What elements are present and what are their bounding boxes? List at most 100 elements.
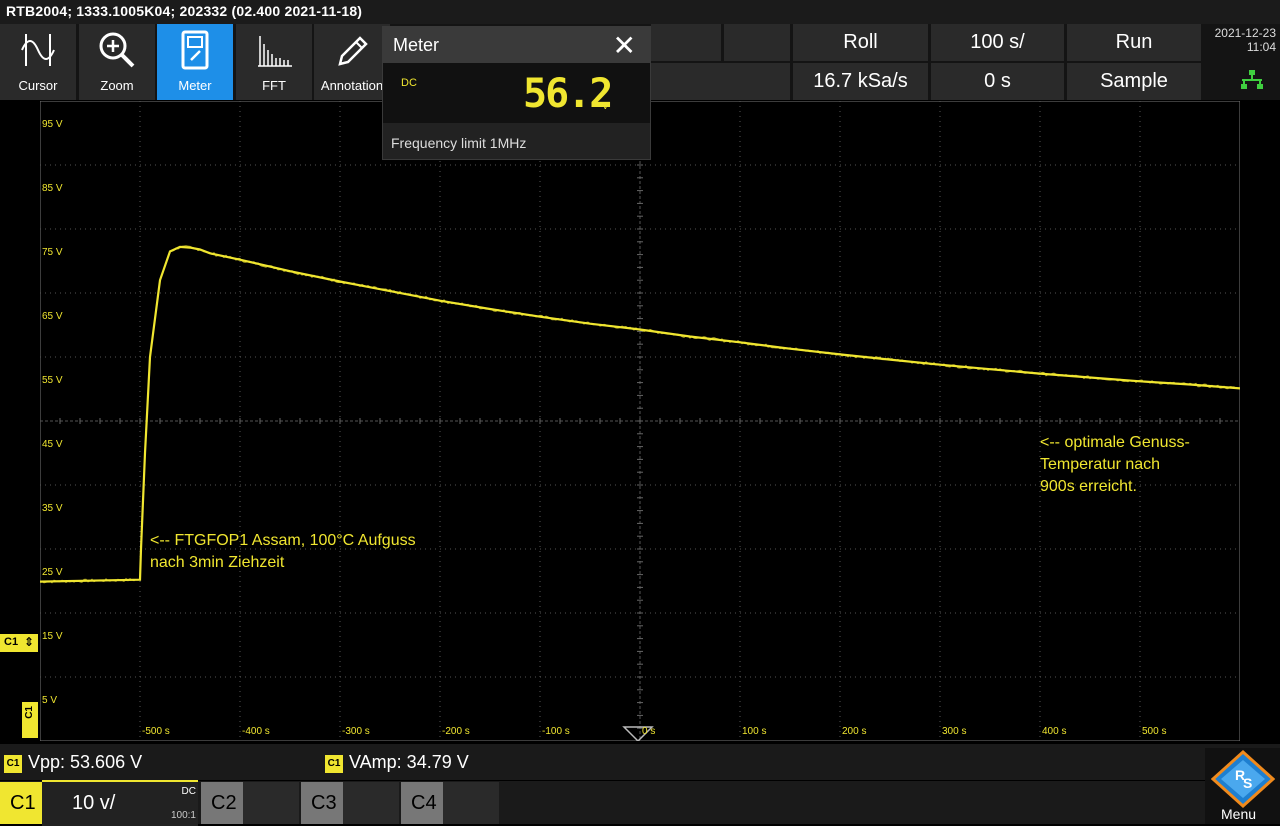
tool-label: FFT xyxy=(262,78,286,93)
datetime: 2021-12-23 11:04 xyxy=(1204,26,1276,54)
device-info: RTB2004; 1333.1005K04; 202332 (02.400 20… xyxy=(6,3,363,19)
x-axis-label: -100 s xyxy=(542,726,570,737)
channel-2-button[interactable]: C2 xyxy=(201,782,243,824)
time: 11:04 xyxy=(1246,40,1276,54)
horizontal-position: 0 s xyxy=(984,70,1011,92)
measurement-vamp[interactable]: VAmp: 34.79 V xyxy=(349,752,469,773)
annotation-line: 900s erreicht. xyxy=(1040,478,1137,495)
channel-3-button[interactable]: C3 xyxy=(301,782,343,824)
meter-value: 56.2 xyxy=(523,71,613,117)
annotation-infusion[interactable]: <-- FTGFOP1 Assam, 100°C Aufguss nach 3m… xyxy=(150,530,416,574)
fft-icon xyxy=(258,36,292,67)
channel-2-settings[interactable] xyxy=(243,782,299,824)
annotation-line: nach 3min Ziehzeit xyxy=(150,554,285,571)
pencil-icon xyxy=(338,36,368,66)
meter-frequency-limit: Frequency limit 1MHz xyxy=(391,135,527,151)
x-axis-label: 500 s xyxy=(1142,726,1167,737)
channel-label: C1 xyxy=(10,792,36,814)
close-icon[interactable]: ✕ xyxy=(613,29,636,62)
x-axis-label: -200 s xyxy=(442,726,470,737)
run-stop-cell[interactable]: Run xyxy=(1067,24,1201,61)
channel-1-coupling: DC xyxy=(181,786,196,797)
waveform-display[interactable] xyxy=(40,101,1240,741)
side-marker-label: C1 xyxy=(24,706,35,719)
tool-label: Zoom xyxy=(100,78,134,93)
zoom-button[interactable]: Zoom xyxy=(79,24,155,100)
y-axis-label: 95 V xyxy=(42,119,63,130)
tool-label: Cursor xyxy=(18,78,58,93)
meter-coupling: DC xyxy=(401,77,417,89)
channel-4-settings[interactable] xyxy=(443,782,499,824)
empty-cell[interactable] xyxy=(724,24,790,61)
annotation-line: Temperatur nach xyxy=(1040,456,1161,473)
empty-cell[interactable] xyxy=(651,63,790,100)
y-axis-label: 75 V xyxy=(42,247,63,258)
y-axis-label: 65 V xyxy=(42,311,63,322)
date: 2021-12-23 xyxy=(1214,26,1276,40)
channel-1-scale: 10 v/ xyxy=(72,792,116,814)
channel-1-trigger-marker[interactable]: C1 xyxy=(22,702,38,738)
channel-label: C2 xyxy=(211,792,237,814)
x-axis-label: 100 s xyxy=(742,726,767,737)
x-axis-label: -500 s xyxy=(142,726,170,737)
channel-1-offset-marker[interactable]: C1 ⇕ xyxy=(0,634,38,652)
meter-button[interactable]: Meter xyxy=(157,24,233,100)
menu-label: Menu xyxy=(1221,806,1257,822)
rs-logo-icon: R S xyxy=(1211,750,1275,808)
roll-mode-cell[interactable]: Roll xyxy=(793,24,928,61)
x-axis-label: 400 s xyxy=(1042,726,1067,737)
fft-button[interactable]: FFT xyxy=(236,24,312,100)
tool-label: Annotation xyxy=(320,78,384,93)
annotation-optimal-temperature[interactable]: <-- optimale Genuss- Temperatur nach 900… xyxy=(1040,432,1190,498)
cursor-wave-icon xyxy=(21,34,55,66)
y-axis-label: 35 V xyxy=(42,503,63,514)
y-axis-label: 25 V xyxy=(42,567,63,578)
timebase-cell[interactable]: 100 s/ xyxy=(931,24,1064,61)
x-axis-label: -400 s xyxy=(242,726,270,737)
measurement-vpp[interactable]: Vpp: 53.606 V xyxy=(28,752,142,773)
sample-rate-cell[interactable]: 16.7 kSa/s xyxy=(793,63,928,100)
channel-1-button[interactable]: C1 xyxy=(0,782,42,824)
x-axis-label: 200 s xyxy=(842,726,867,737)
roll-mode: Roll xyxy=(843,31,878,53)
channel-label: C3 xyxy=(311,792,337,814)
y-axis-label: 85 V xyxy=(42,183,63,194)
measurement-source-badge: C1 xyxy=(4,755,22,773)
meter-dialog[interactable]: Meter ✕ DC 56.2 V Frequency limit 1MHz xyxy=(382,26,651,160)
tool-label: Meter xyxy=(178,78,212,93)
horizontal-position-cell[interactable]: 0 s xyxy=(931,63,1064,100)
meter-readout: DC 56.2 V xyxy=(383,63,650,123)
x-axis-label: 0 s xyxy=(642,726,656,737)
y-axis-label: 55 V xyxy=(42,375,63,386)
acquisition-mode-cell[interactable]: Sample xyxy=(1067,63,1201,100)
channel-3-settings[interactable] xyxy=(343,782,399,824)
channel-label: C4 xyxy=(411,792,437,814)
network-icon xyxy=(1241,70,1263,89)
meter-icon xyxy=(181,30,209,70)
measurement-bar xyxy=(0,744,1280,780)
updown-arrow-icon: ⇕ xyxy=(24,635,35,649)
annotation-line: <-- optimale Genuss- xyxy=(1040,434,1190,451)
acquisition-mode: Sample xyxy=(1100,70,1168,92)
run-state: Run xyxy=(1115,31,1153,53)
sample-rate: 16.7 kSa/s xyxy=(813,70,908,92)
meter-unit: V xyxy=(602,101,609,112)
timebase: 100 s/ xyxy=(970,31,1025,53)
empty-cell[interactable] xyxy=(651,24,721,61)
y-axis-label: 15 V xyxy=(42,631,63,642)
menu-button[interactable]: R S Menu xyxy=(1205,748,1280,824)
measurement-source-badge: C1 xyxy=(325,755,343,773)
cursor-button[interactable]: Cursor xyxy=(0,24,76,100)
meter-title: Meter xyxy=(393,35,440,55)
channel-1-probe-ratio: 100:1 xyxy=(170,810,196,821)
x-axis-label: -300 s xyxy=(342,726,370,737)
y-axis-label: 45 V xyxy=(42,439,63,450)
zoom-icon xyxy=(99,32,135,68)
x-axis-label: 300 s xyxy=(942,726,967,737)
svg-text:S: S xyxy=(1243,775,1252,791)
y-axis-label: 5 V xyxy=(42,695,58,706)
channel-4-button[interactable]: C4 xyxy=(401,782,443,824)
meter-header: Meter ✕ xyxy=(383,27,650,63)
channel-1-settings[interactable]: 10 v/ DC 100:1 xyxy=(42,780,198,826)
annotation-button[interactable]: Annotation xyxy=(314,24,390,100)
